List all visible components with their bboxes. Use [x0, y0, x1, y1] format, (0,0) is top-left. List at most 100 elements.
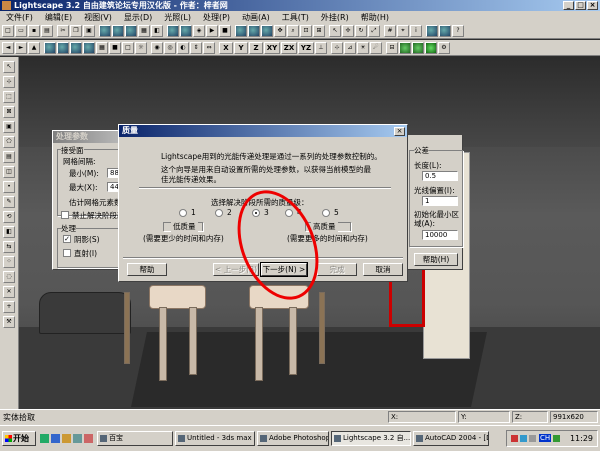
surface-icon[interactable]: ◫ — [3, 166, 15, 178]
window-icon[interactable]: ⊟ — [386, 41, 398, 54]
move-icon[interactable]: ✢ — [342, 24, 354, 37]
taskbar-item-3dsmax[interactable]: Untitled - 3ds max ... — [175, 431, 255, 446]
wireframe-icon[interactable] — [112, 24, 124, 37]
light-object-icon[interactable]: ☀ — [357, 41, 369, 54]
menu-view[interactable]: 视图(V) — [78, 12, 118, 23]
forward-icon[interactable]: ► — [15, 41, 27, 54]
quicklaunch-media-icon[interactable] — [73, 434, 82, 443]
transform-icon[interactable]: ⟲ — [3, 211, 15, 223]
material-icon[interactable]: ◧ — [151, 24, 163, 37]
stop-icon[interactable]: ■ — [219, 24, 231, 37]
select-cross-icon[interactable]: ⊠ — [3, 106, 15, 118]
quicklaunch-ie-icon[interactable] — [40, 434, 49, 443]
axis-z-button[interactable]: Z — [249, 41, 263, 54]
tray-ime-icon[interactable] — [553, 435, 560, 442]
menu-help[interactable]: 帮助(H) — [355, 12, 395, 23]
copy-icon[interactable]: ❐ — [70, 24, 82, 37]
zoom-extents-icon[interactable]: ⊞ — [313, 24, 325, 37]
go-icon[interactable]: ▶ — [206, 24, 218, 37]
init-icon[interactable]: ◈ — [193, 24, 205, 37]
close-button[interactable]: × — [587, 1, 598, 10]
init-area-field[interactable]: 10000 — [422, 230, 458, 240]
tray-clock[interactable]: 11:29 — [570, 434, 593, 443]
grid-icon[interactable]: # — [384, 24, 396, 37]
offset-field[interactable]: 1 — [422, 196, 458, 206]
wrench-icon[interactable]: ⚒ — [3, 316, 15, 328]
taskbar-item-autocad[interactable]: AutoCAD 2004 - [D... — [413, 431, 489, 446]
quality-help-button[interactable]: 帮助 — [127, 263, 167, 276]
plus-icon[interactable]: + — [3, 301, 15, 313]
align-left-icon[interactable]: ◧ — [3, 226, 15, 238]
light-icon[interactable] — [167, 24, 179, 37]
paste-icon[interactable]: ▣ — [83, 24, 95, 37]
process-icon[interactable] — [180, 24, 192, 37]
mirror-icon[interactable]: ⇆ — [3, 241, 15, 253]
taskbar-item-lightscape[interactable]: Lightscape 3.2 自... — [331, 431, 411, 446]
view-side-icon[interactable] — [83, 41, 95, 54]
snap-grid-icon[interactable]: ⊹ — [331, 41, 343, 54]
menu-light[interactable]: 光照(L) — [158, 12, 197, 23]
quality-close-button[interactable]: × — [394, 127, 405, 136]
layer-icon[interactable]: ▦ — [138, 24, 150, 37]
quicklaunch-app-icon[interactable] — [84, 434, 93, 443]
menu-tools[interactable]: 工具(T) — [276, 12, 315, 23]
quicklaunch-folder-icon[interactable] — [62, 434, 71, 443]
camera-target-icon[interactable]: ◎ — [164, 41, 176, 54]
vertex-icon[interactable]: • — [3, 181, 15, 193]
cut-icon[interactable]: ✂ — [57, 24, 69, 37]
cancel-button[interactable]: 取消 — [363, 263, 403, 276]
select-window-icon[interactable]: ⬚ — [3, 91, 15, 103]
block-icon[interactable]: ▤ — [3, 151, 15, 163]
view-solid-icon[interactable]: ■ — [109, 41, 121, 54]
daylight-icon[interactable] — [399, 41, 411, 54]
edit-icon[interactable]: ✎ — [3, 196, 15, 208]
shadow-checkbox[interactable]: ✓ — [63, 235, 71, 243]
sky-icon[interactable] — [412, 41, 424, 54]
maximize-button[interactable]: □ — [575, 1, 586, 10]
menu-display[interactable]: 显示(D) — [118, 12, 158, 23]
length-field[interactable]: 0.5 — [422, 171, 458, 181]
shaded-icon[interactable] — [125, 24, 137, 37]
plane-xy-button[interactable]: XY — [264, 41, 280, 54]
plane-zx-button[interactable]: ZX — [281, 41, 297, 54]
view-light-icon[interactable]: ☼ — [135, 41, 147, 54]
lens-icon[interactable]: ◐ — [177, 41, 189, 54]
open-file-icon[interactable]: ▭ — [15, 24, 27, 37]
measure-icon[interactable]: ⊿ — [344, 41, 356, 54]
sphere-icon[interactable] — [426, 24, 438, 37]
render-icon[interactable] — [99, 24, 111, 37]
axis-y-button[interactable]: Y — [234, 41, 248, 54]
quicklaunch-desktop-icon[interactable] — [51, 434, 60, 443]
up-icon[interactable]: ▲ — [28, 41, 40, 54]
direct-checkbox[interactable] — [63, 249, 71, 257]
back-icon[interactable]: ◄ — [2, 41, 14, 54]
cube-icon[interactable] — [425, 41, 437, 54]
menu-file[interactable]: 文件(F) — [0, 12, 39, 23]
tray-antivirus-icon[interactable] — [511, 435, 518, 442]
spot-light-icon[interactable]: ☄ — [370, 41, 382, 54]
finish-button[interactable]: 完成 — [317, 263, 357, 276]
walk-icon[interactable] — [248, 24, 260, 37]
new-file-icon[interactable]: □ — [2, 24, 14, 37]
tray-language-badge[interactable]: CH — [539, 434, 552, 442]
disable-checkbox[interactable] — [61, 211, 69, 219]
save-icon[interactable]: ▪ — [28, 24, 40, 37]
menu-animation[interactable]: 动画(A) — [236, 12, 276, 23]
dolly-icon[interactable]: ⇕ — [190, 41, 202, 54]
teapot-icon[interactable] — [439, 24, 451, 37]
hide-icon[interactable]: ◌ — [3, 271, 15, 283]
pick-icon[interactable]: ⊹ — [3, 76, 15, 88]
pointer-icon[interactable]: ↖ — [3, 61, 15, 73]
snap-icon[interactable]: ⌖ — [397, 24, 409, 37]
tray-network-icon[interactable] — [520, 435, 527, 442]
minimize-button[interactable]: _ — [563, 1, 574, 10]
view-outline-icon[interactable]: □ — [122, 41, 134, 54]
axis-x-button[interactable]: X — [219, 41, 233, 54]
select-box-icon[interactable]: ▣ — [3, 121, 15, 133]
align-icon[interactable]: ⊥ — [315, 41, 327, 54]
zoom-icon[interactable]: ⌕ — [287, 24, 299, 37]
start-button[interactable]: 开始 — [2, 431, 36, 446]
quality-radio-2[interactable] — [215, 209, 223, 217]
plane-yz-button[interactable]: YZ — [298, 41, 314, 54]
help-icon[interactable]: ? — [452, 24, 464, 37]
